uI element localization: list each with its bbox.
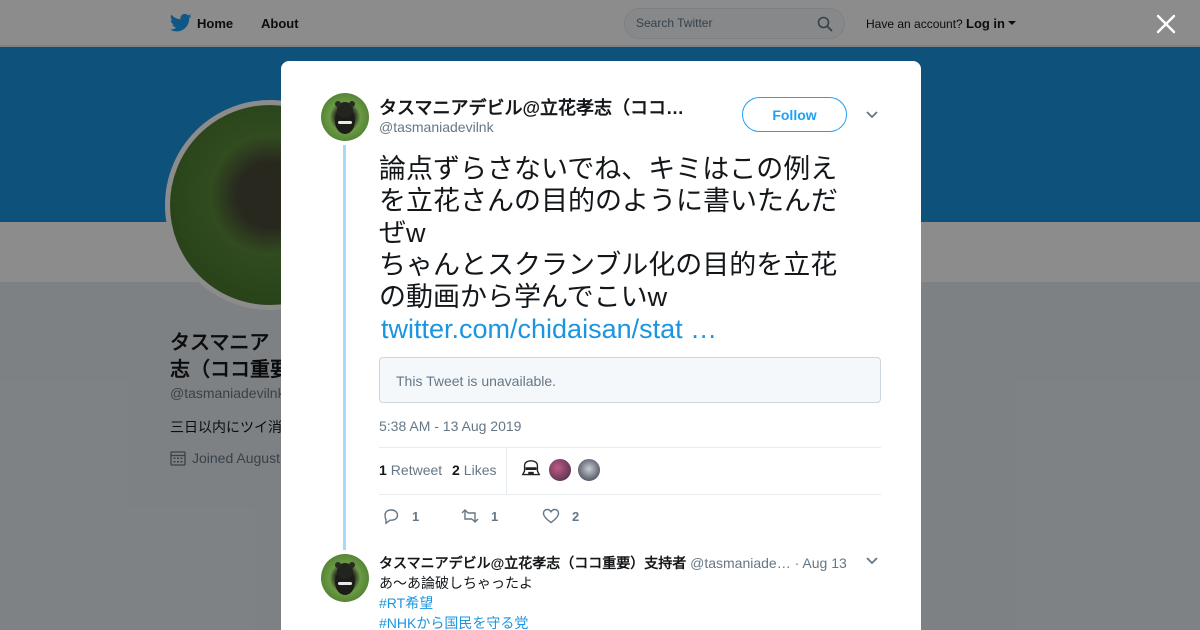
tweet-modal: タスマニアデビル@立花孝志（ココ重要）支持者 @tasmaniadevilnk … (281, 61, 921, 630)
likes-stat-count: 2 (452, 462, 460, 478)
like-count: 2 (572, 509, 580, 524)
author-name[interactable]: タスマニアデビル@立花孝志（ココ重要）支持者 (379, 94, 689, 120)
retweet-icon (461, 509, 479, 523)
retweet-count: 1 (491, 509, 499, 524)
tasmanian-devil-avatar-icon (335, 101, 355, 134)
reply-icon (384, 509, 399, 525)
likes-stat[interactable]: 2 Likes (452, 462, 496, 478)
reply-author-avatar[interactable] (321, 554, 369, 602)
retweet-stat-label: Retweet (390, 462, 443, 478)
reply-count: 1 (412, 509, 420, 524)
reply-author-handle[interactable]: @tasmaniade… (690, 555, 791, 571)
reply-header: タスマニアデビル@立花孝志（ココ重要）支持者 @tasmaniade… · Au… (379, 553, 849, 573)
close-icon[interactable] (1154, 12, 1178, 36)
chevron-down-icon[interactable] (865, 555, 879, 567)
divider (379, 494, 881, 495)
tweet-link[interactable]: twitter.com/chidaisan/stat … (381, 314, 717, 345)
reply-hashtag-link[interactable]: #RT希望 (379, 593, 433, 613)
likes-stat-label: Likes (463, 462, 497, 478)
liker-avatar[interactable] (519, 458, 543, 482)
author-avatar[interactable] (321, 93, 369, 141)
follow-button[interactable]: Follow (742, 97, 847, 132)
thread-line (343, 145, 346, 550)
tweet-timestamp[interactable]: 5:38 AM - 13 Aug 2019 (379, 418, 521, 434)
divider (379, 447, 881, 448)
stormtrooper-avatar-icon (521, 460, 541, 476)
heart-icon (542, 508, 560, 524)
reply-author-name[interactable]: タスマニアデビル@立花孝志（ココ重要）支持者 (379, 555, 686, 571)
quoted-tweet-unavailable: This Tweet is unavailable. (379, 357, 881, 403)
retweet-stat-count: 1 (379, 462, 387, 478)
reply-hashtag-link[interactable]: #NHKから国民を守る党 (379, 613, 528, 630)
reply-text: あ〜あ論破しちゃったよ (379, 575, 533, 591)
liker-avatar[interactable] (577, 458, 601, 482)
author-handle[interactable]: @tasmaniadevilnk (379, 119, 494, 135)
retweet-stat[interactable]: 1 Retweet (379, 462, 442, 478)
tasmanian-devil-avatar-icon (335, 562, 355, 595)
tweet-text: 論点ずらさないでね、キミはこの例え を立花さんの目的のように書いたんだ ぜw ち… (379, 154, 838, 312)
chevron-down-icon[interactable] (865, 109, 879, 121)
reply-time[interactable]: · Aug 13 (795, 555, 847, 571)
unavailable-text: This Tweet is unavailable. (396, 373, 557, 389)
stats-divider (506, 448, 507, 494)
liker-avatar[interactable] (548, 458, 572, 482)
